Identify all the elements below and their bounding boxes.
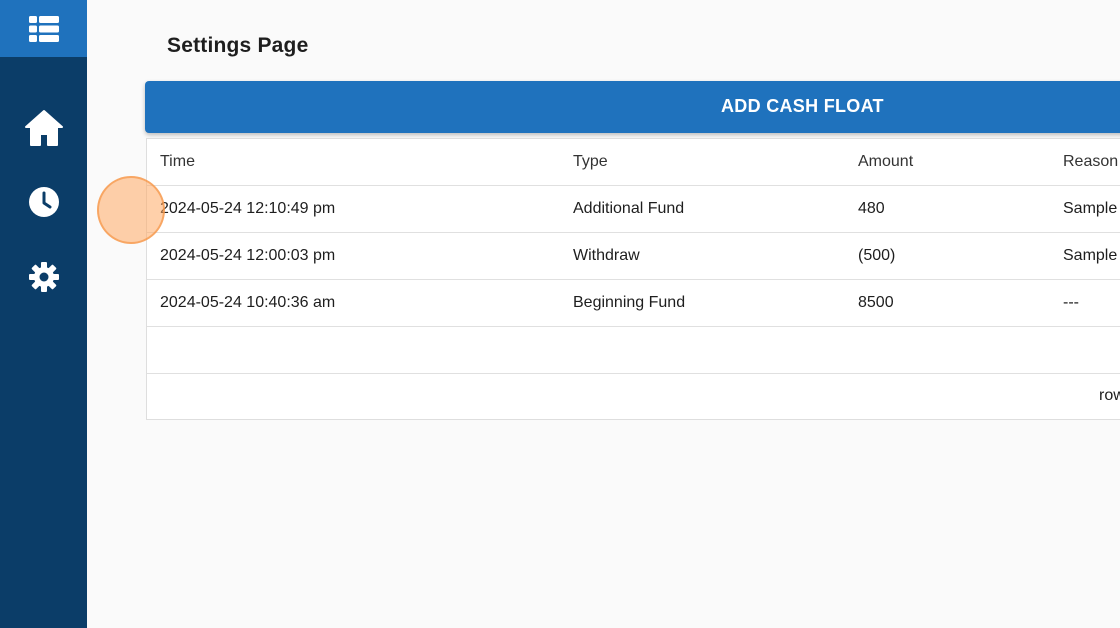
sidebar: [0, 0, 87, 628]
table-list-icon: [28, 15, 59, 42]
sidebar-item-settings[interactable]: [0, 252, 87, 302]
table-row[interactable]: 2024-05-24 12:10:49 pm Additional Fund 4…: [147, 186, 1120, 233]
cash-float-table: Time Type Amount Reason 2024-05-24 12:10…: [146, 138, 1120, 420]
cell-type: Beginning Fund: [573, 294, 686, 311]
table-row[interactable]: 2024-05-24 12:00:03 pm Withdraw (500) Sa…: [147, 233, 1120, 280]
table-header-row: Time Type Amount Reason: [147, 139, 1120, 186]
add-cash-float-label: ADD CASH FLOAT: [721, 96, 884, 116]
cell-amount: 8500: [858, 294, 894, 311]
home-icon: [24, 110, 63, 146]
column-header-type[interactable]: Type: [573, 139, 608, 185]
gear-icon: [28, 262, 59, 292]
sidebar-menu-button[interactable]: [0, 0, 87, 57]
sidebar-item-home[interactable]: [0, 103, 87, 153]
table-pagination-text: rows: [1099, 387, 1120, 404]
sidebar-item-history[interactable]: [0, 177, 87, 227]
add-cash-float-button[interactable]: ADD CASH FLOAT: [145, 81, 1120, 133]
main-content: Settings Page ADD CASH FLOAT Time Type A…: [87, 0, 1120, 628]
cell-time: 2024-05-24 12:00:03 pm: [160, 247, 336, 264]
table-empty-row: [147, 327, 1120, 374]
page-title: Settings Page: [167, 34, 309, 57]
cell-type: Withdraw: [573, 247, 640, 264]
cell-reason: Sample: [1063, 247, 1118, 264]
clock-icon: [28, 187, 59, 217]
cell-amount: 480: [858, 200, 885, 217]
column-header-amount[interactable]: Amount: [858, 139, 913, 185]
cell-time: 2024-05-24 12:10:49 pm: [160, 200, 336, 217]
column-header-time[interactable]: Time: [160, 139, 195, 185]
column-header-reason[interactable]: Reason: [1063, 139, 1118, 185]
cell-amount: (500): [858, 247, 896, 264]
cell-reason: Sample: [1063, 200, 1118, 217]
table-row[interactable]: 2024-05-24 10:40:36 am Beginning Fund 85…: [147, 280, 1120, 327]
cell-time: 2024-05-24 10:40:36 am: [160, 294, 336, 311]
cell-reason: ---: [1063, 294, 1079, 311]
cell-type: Additional Fund: [573, 200, 685, 217]
